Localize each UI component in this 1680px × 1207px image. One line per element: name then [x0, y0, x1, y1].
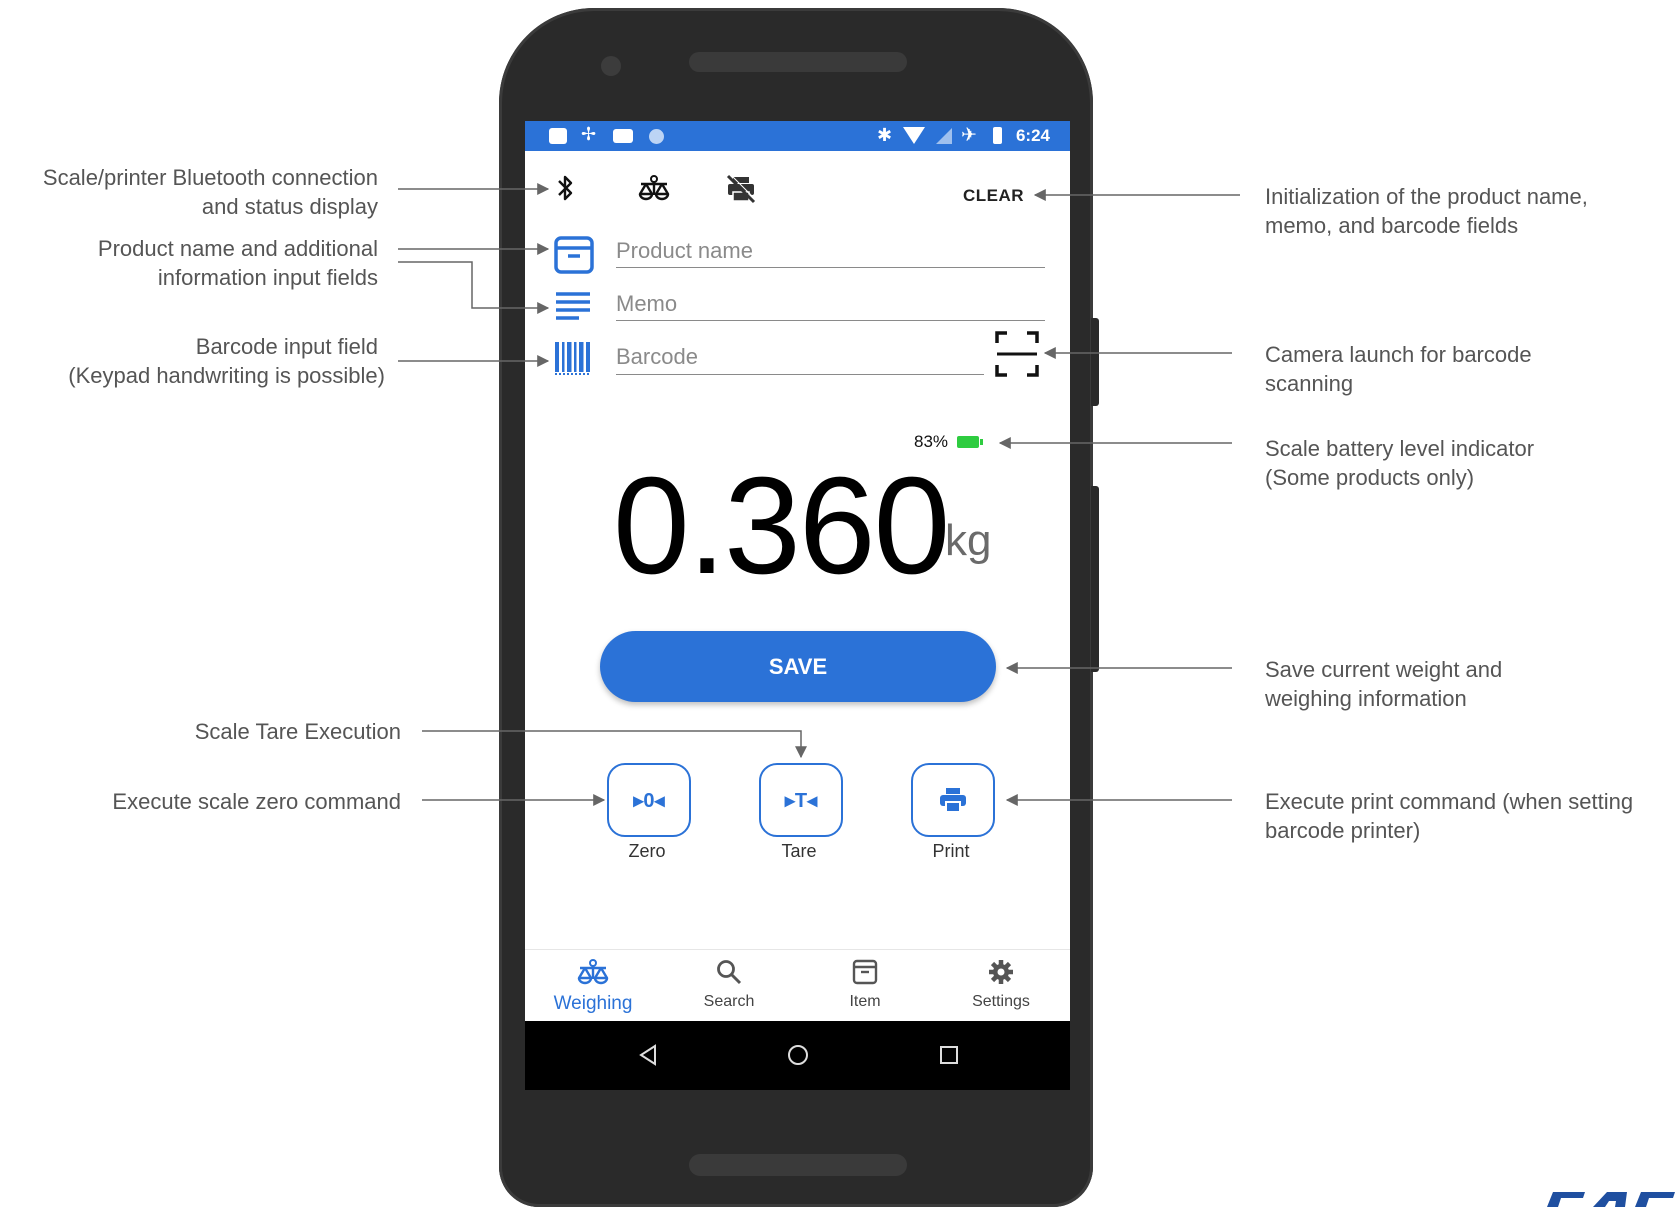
brand-logo-fragment: [1547, 1192, 1675, 1207]
annotation-arrows: [398, 183, 1240, 806]
